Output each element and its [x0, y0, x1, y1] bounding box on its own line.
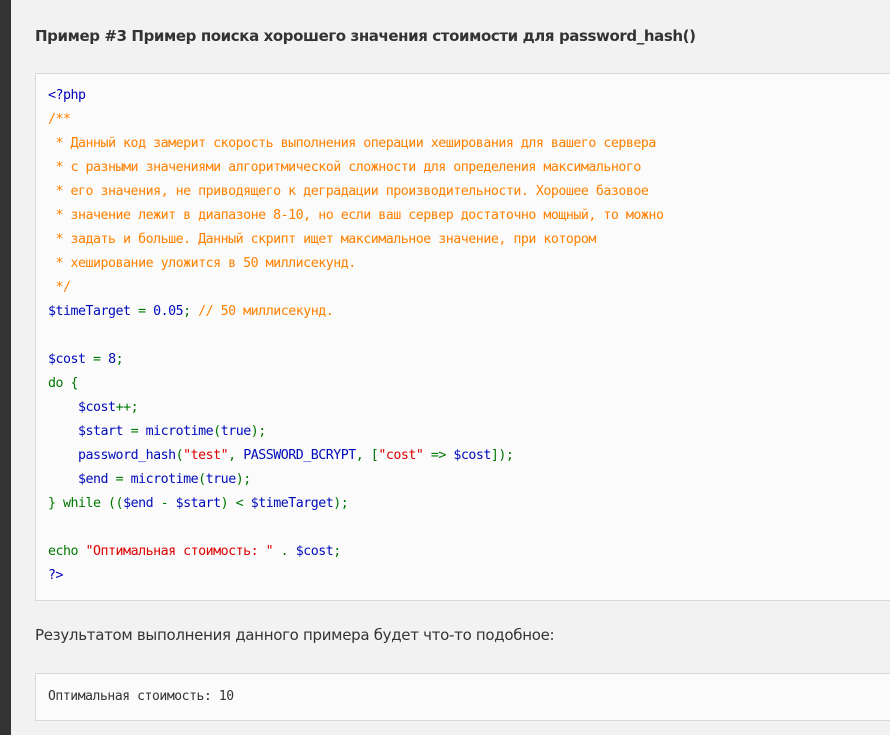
- code-token: } while ((: [48, 496, 124, 511]
- code-token: true: [220, 424, 252, 439]
- code-token: =: [85, 352, 109, 367]
- code-token: */: [48, 280, 72, 295]
- code-token: <?php: [48, 88, 86, 103]
- code-token: ) <: [220, 496, 251, 511]
- code-line: $cost++;: [48, 396, 139, 420]
- code-token: -: [153, 496, 176, 511]
- code-token: $end: [123, 496, 154, 511]
- code-token: ;: [115, 352, 124, 367]
- code-token: $start: [175, 496, 222, 511]
- code-token: true: [205, 472, 237, 487]
- result-intro-text: Результатом выполнения данного примера б…: [35, 626, 555, 644]
- code-token: // 50 миллисекунд.: [198, 304, 334, 319]
- code-token: PASSWORD_BCRYPT: [243, 448, 356, 463]
- code-line: * задать и больше. Данный скрипт ищет ма…: [48, 228, 597, 252]
- code-token: =: [108, 472, 131, 487]
- code-token: password_hash: [78, 448, 176, 463]
- code-token: (: [175, 448, 184, 463]
- code-line: $cost = 8;: [48, 348, 124, 372]
- code-token: );: [235, 472, 252, 487]
- left-sidebar-strip: [0, 0, 11, 735]
- code-line: password_hash("test", PASSWORD_BCRYPT, […: [48, 444, 514, 468]
- code-token: );: [333, 496, 349, 511]
- code-line: * Данный код замерит скорость выполнения…: [48, 132, 657, 156]
- code-token: $cost: [295, 544, 334, 559]
- code-token: microtime: [145, 424, 214, 439]
- code-token: ,: [228, 448, 244, 463]
- code-token: 0.05: [153, 304, 184, 319]
- code-token: * хеширование уложится в 50 миллисекунд.: [48, 256, 357, 271]
- code-token: * Данный код замерит скорость выполнения…: [48, 136, 657, 151]
- output-block: Оптимальная стоимость: 10: [35, 673, 890, 721]
- code-token: * задать и больше. Данный скрипт ищет ма…: [48, 232, 597, 247]
- code-line: $timeTarget = 0.05; // 50 миллисекунд.: [48, 300, 334, 324]
- code-token: $cost: [48, 352, 86, 367]
- output-text: Оптимальная стоимость: 10: [48, 689, 234, 704]
- code-line: do {: [48, 372, 79, 396]
- code-token: microtime: [130, 472, 199, 487]
- code-token: ]);: [490, 448, 514, 463]
- code-token: $timeTarget: [250, 496, 334, 511]
- code-token: "Оптимальная стоимость: ": [85, 544, 274, 559]
- code-token: /**: [48, 112, 71, 127]
- code-line: * хеширование уложится в 50 миллисекунд.: [48, 252, 357, 276]
- code-line: */: [48, 276, 72, 300]
- code-token: $cost: [78, 400, 116, 415]
- code-token: 8: [108, 352, 116, 367]
- main-content: Пример #3 Пример поиска хорошего значени…: [11, 0, 890, 735]
- code-token: * с разными значениями алгоритмической с…: [48, 160, 642, 175]
- code-token: .: [273, 544, 296, 559]
- code-token: ++;: [115, 400, 139, 415]
- code-token: ?>: [48, 568, 64, 583]
- code-line: ?>: [48, 564, 64, 588]
- code-token: =: [123, 424, 146, 439]
- code-token: * его значения, не приводящего к деграда…: [48, 184, 649, 199]
- code-token: ;: [333, 544, 341, 559]
- code-token: "cost": [378, 448, 424, 463]
- code-block: <?php /** * Данный код замерит скорость в…: [35, 73, 890, 601]
- code-line: * значение лежит в диапазоне 8-10, но ес…: [48, 204, 664, 228]
- code-token: $start: [78, 424, 124, 439]
- code-token: $cost: [453, 448, 491, 463]
- code-line: /**: [48, 108, 71, 132]
- code-token: , [: [355, 448, 379, 463]
- code-token: * значение лежит в диапазоне 8-10, но ес…: [48, 208, 664, 223]
- code-token: "test": [183, 448, 229, 463]
- code-token: =>: [423, 448, 454, 463]
- code-token: =: [130, 304, 154, 319]
- code-token: (: [213, 424, 221, 439]
- code-line: echo "Оптимальная стоимость: " . $cost;: [48, 540, 341, 564]
- code-token: $timeTarget: [48, 304, 131, 319]
- code-line: $start = microtime(true);: [48, 420, 266, 444]
- code-line: * его значения, не приводящего к деграда…: [48, 180, 649, 204]
- code-token: do {: [48, 376, 79, 391]
- code-token: ;: [183, 304, 199, 319]
- code-line: $end = microtime(true);: [48, 468, 251, 492]
- code-line: <?php: [48, 84, 86, 108]
- code-token: echo: [48, 544, 86, 559]
- code-token: (: [198, 472, 206, 487]
- code-token: );: [250, 424, 267, 439]
- code-token: $end: [78, 472, 109, 487]
- example-title: Пример #3 Пример поиска хорошего значени…: [35, 27, 696, 45]
- code-line: * с разными значениями алгоритмической с…: [48, 156, 642, 180]
- code-line: } while (($end - $start) < $timeTarget);: [48, 492, 349, 516]
